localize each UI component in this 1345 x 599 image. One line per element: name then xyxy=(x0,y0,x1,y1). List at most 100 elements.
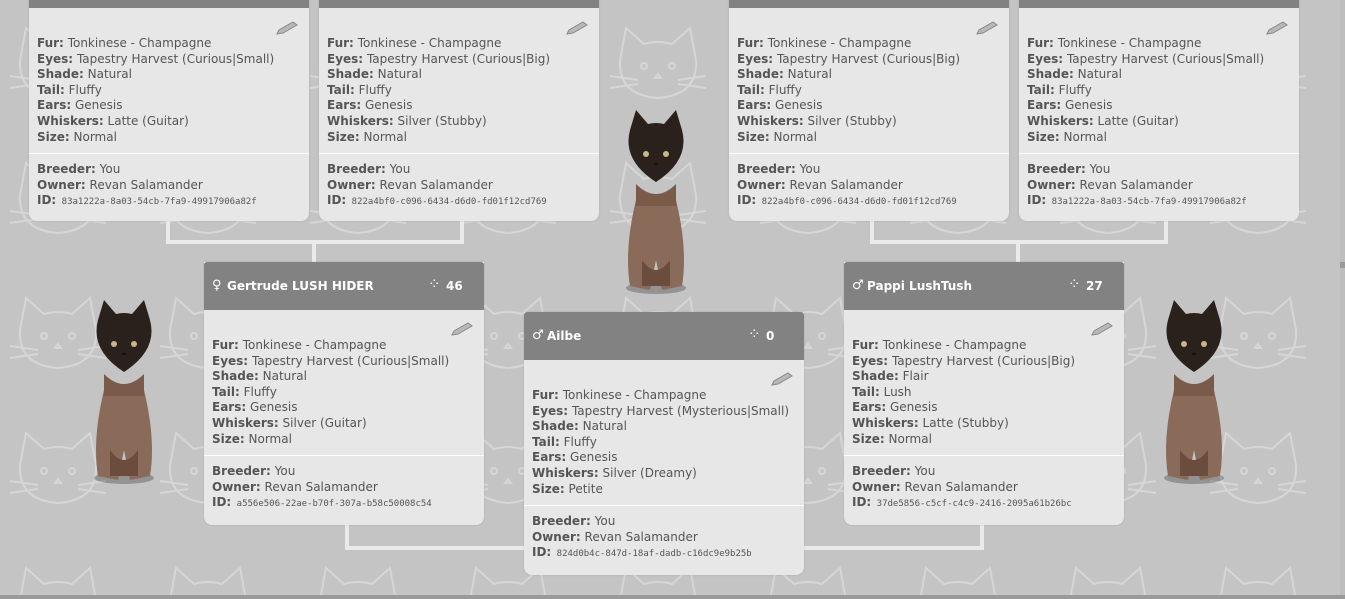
cat-name: Ailbe xyxy=(547,329,582,343)
owner-line: Owner: Revan Salamander xyxy=(737,177,903,192)
mother-card: ♀ Gertrude LUSH HIDER ⁘ 46 Fur: Tonkines… xyxy=(204,262,484,525)
size-trait: Size: Petite xyxy=(532,481,603,496)
card-header[interactable]: ♂ Ailbe ⁘ 0 xyxy=(524,312,804,360)
ears-trait: Ears: Genesis xyxy=(1027,98,1113,113)
vertical-scrollbar[interactable] xyxy=(1340,0,1345,599)
cat-count: 27 xyxy=(1086,279,1103,293)
bottom-border xyxy=(0,595,1345,599)
breeder-line: Breeder: You xyxy=(1027,162,1111,177)
whiskers-trait: Whiskers: Silver (Stubby) xyxy=(737,113,897,128)
size-trait: Size: Normal xyxy=(212,431,292,446)
size-trait: Size: Normal xyxy=(737,129,817,144)
tail-trait: Tail: Fluffy xyxy=(1027,82,1092,97)
size-trait: Size: Normal xyxy=(1027,129,1107,144)
eyes-trait: Eyes: Tapestry Harvest (Mysterious|Small… xyxy=(532,403,790,418)
pencil-edit-icon[interactable] xyxy=(1265,21,1289,35)
cat-count: 46 xyxy=(446,279,463,293)
cat-image-mother xyxy=(94,300,154,484)
breeder-line: Breeder: You xyxy=(532,514,616,529)
owner-line: Owner: Revan Salamander xyxy=(852,479,1018,494)
connector xyxy=(345,546,525,550)
eyes-trait: Eyes: Tapestry Harvest (Curious|Small) xyxy=(212,353,450,368)
card-header[interactable]: ♀ Gertrude LUSH HIDER ⁘ 46 xyxy=(204,262,484,310)
tail-trait: Tail: Fluffy xyxy=(532,434,597,449)
shade-trait: Shade: Natural xyxy=(327,67,422,82)
pencil-edit-icon[interactable] xyxy=(975,21,999,35)
fur-trait: Fur: Tonkinese - Champagne xyxy=(327,36,502,50)
pencil-edit-icon[interactable] xyxy=(565,21,589,35)
ears-trait: Ears: Genesis xyxy=(532,450,618,465)
owner-line: Owner: Revan Salamander xyxy=(327,177,493,192)
scrollbar-thumb[interactable] xyxy=(1340,262,1345,268)
id-line: ID: 822a4bf0-c096-6434-d6d0-fd01f12cd769 xyxy=(327,193,547,208)
ears-trait: Ears: Genesis xyxy=(327,98,413,113)
fur-trait: Fur: Tonkinese - Champagne xyxy=(737,36,912,50)
whiskers-trait: Whiskers: Silver (Guitar) xyxy=(212,415,367,430)
fur-trait: Fur: Tonkinese - Champagne xyxy=(532,388,707,402)
size-trait: Size: Normal xyxy=(327,129,407,144)
eyes-trait: Eyes: Tapestry Harvest (Curious|Small) xyxy=(37,51,275,66)
connector xyxy=(1016,240,1020,264)
cat-count: 0 xyxy=(766,329,775,343)
father-card: ♂ Pappi LushTush ⁘ 27 Fur: Tonkinese - C… xyxy=(844,262,1124,525)
fur-trait: Fur: Tonkinese - Champagne xyxy=(852,338,1027,352)
connector xyxy=(803,546,984,550)
grandparent-card: Fur: Tonkinese - Champagne Eyes: Tapestr… xyxy=(1019,0,1299,221)
grandparent-card: Fur: Tonkinese - Champagne Eyes: Tapestr… xyxy=(729,0,1009,221)
owner-line: Owner: Revan Salamander xyxy=(532,529,698,544)
female-symbol-icon: ♀ xyxy=(212,278,222,293)
card-header[interactable]: ♂ Pappi LushTush ⁘ 27 xyxy=(844,262,1124,310)
owner-line: Owner: Revan Salamander xyxy=(37,177,203,192)
pencil-edit-icon[interactable] xyxy=(275,21,299,35)
shade-trait: Shade: Natural xyxy=(532,419,627,434)
breeder-line: Breeder: You xyxy=(852,464,936,479)
ears-trait: Ears: Genesis xyxy=(212,400,298,415)
tail-trait: Tail: Fluffy xyxy=(37,82,102,97)
owner-line: Owner: Revan Salamander xyxy=(1027,177,1193,192)
child-card: ♂ Ailbe ⁘ 0 Fur: Tonkinese - Champagne E… xyxy=(524,312,804,575)
whiskers-trait: Whiskers: Latte (Stubby) xyxy=(852,415,1009,430)
cat-name: Pappi LushTush xyxy=(867,279,973,293)
cat-image-father xyxy=(1164,300,1224,484)
grandparent-card: Fur: Tonkinese - Champagne Eyes: Tapestr… xyxy=(319,0,599,221)
tail-trait: Tail: Lush xyxy=(852,384,912,399)
shade-trait: Shade: Natural xyxy=(212,369,307,384)
whiskers-trait: Whiskers: Latte (Guitar) xyxy=(37,113,189,128)
spinner-age-icon: ⁘ xyxy=(428,275,441,293)
whiskers-trait: Whiskers: Silver (Stubby) xyxy=(327,113,487,128)
tail-trait: Tail: Fluffy xyxy=(212,384,277,399)
id-line: ID: a556e506-22ae-b70f-307a-b58c50008c54 xyxy=(212,495,432,510)
shade-trait: Shade: Flair xyxy=(852,369,929,384)
breeder-line: Breeder: You xyxy=(327,162,411,177)
ears-trait: Ears: Genesis xyxy=(737,98,823,113)
id-line: ID: 83a1222a-8a03-54cb-7fa9-49917906a82f xyxy=(1027,193,1247,208)
size-trait: Size: Normal xyxy=(37,129,117,144)
shade-trait: Shade: Natural xyxy=(37,67,132,82)
tail-trait: Tail: Fluffy xyxy=(737,82,802,97)
whiskers-trait: Whiskers: Latte (Guitar) xyxy=(1027,113,1179,128)
eyes-trait: Eyes: Tapestry Harvest (Curious|Big) xyxy=(737,51,961,66)
fur-trait: Fur: Tonkinese - Champagne xyxy=(37,36,212,50)
spinner-age-icon: ⁘ xyxy=(748,325,761,343)
fur-trait: Fur: Tonkinese - Champagne xyxy=(212,338,387,352)
breeder-line: Breeder: You xyxy=(212,464,296,479)
cat-image-child xyxy=(626,110,686,294)
male-symbol-icon: ♂ xyxy=(852,278,864,293)
size-trait: Size: Normal xyxy=(852,431,932,446)
connector xyxy=(312,240,316,264)
shade-trait: Shade: Natural xyxy=(737,67,832,82)
eyes-trait: Eyes: Tapestry Harvest (Curious|Big) xyxy=(852,353,1076,368)
grandparent-card: Fur: Tonkinese - Champagne Eyes: Tapestr… xyxy=(29,0,309,221)
pencil-edit-icon[interactable] xyxy=(1090,322,1114,336)
pencil-edit-icon[interactable] xyxy=(770,372,794,386)
id-line: ID: 822a4bf0-c096-6434-d6d0-fd01f12cd769 xyxy=(737,193,957,208)
pencil-edit-icon[interactable] xyxy=(450,322,474,336)
shade-trait: Shade: Natural xyxy=(1027,67,1122,82)
fur-trait: Fur: Tonkinese - Champagne xyxy=(1027,36,1202,50)
tail-trait: Tail: Fluffy xyxy=(327,82,392,97)
id-line: ID: 83a1222a-8a03-54cb-7fa9-49917906a82f xyxy=(37,193,257,208)
spinner-age-icon: ⁘ xyxy=(1068,275,1081,293)
eyes-trait: Eyes: Tapestry Harvest (Curious|Small) xyxy=(1027,51,1265,66)
id-line: ID: 824d0b4c-847d-18af-dadb-c16dc9e9b25b xyxy=(532,545,752,560)
breeder-line: Breeder: You xyxy=(37,162,121,177)
